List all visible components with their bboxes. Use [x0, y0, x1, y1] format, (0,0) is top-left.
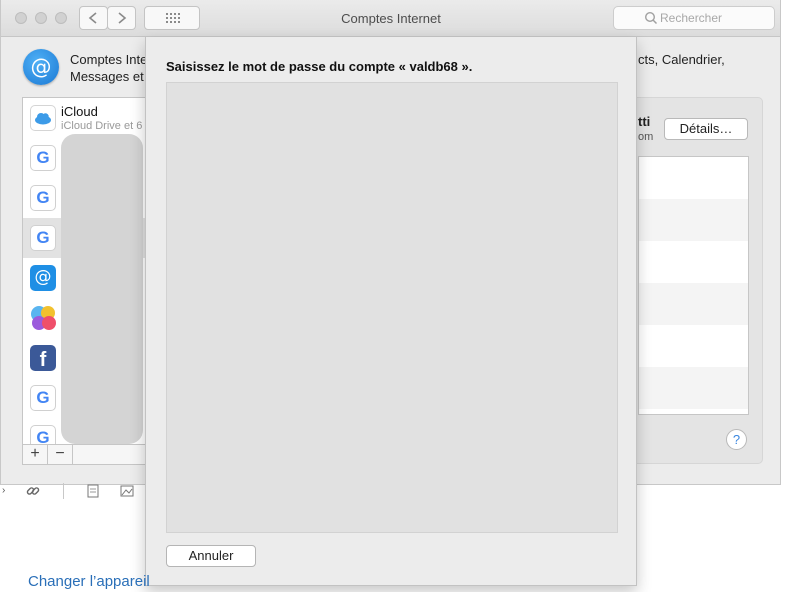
help-button[interactable]: ?: [726, 429, 747, 450]
password-sheet: Saisissez le mot de passe du compte « va…: [145, 37, 637, 586]
svg-text:@: @: [31, 55, 52, 79]
title-bar: Comptes Internet Rechercher: [1, 0, 780, 37]
window-title: Comptes Internet: [341, 11, 441, 26]
search-placeholder: Rechercher: [660, 11, 723, 25]
link-icon[interactable]: [26, 484, 40, 503]
minimize-window-button[interactable]: [35, 12, 47, 24]
google-icon: G: [30, 225, 56, 251]
icloud-account-name: iCloud: [61, 104, 98, 119]
search-icon: [644, 11, 658, 25]
service-row[interactable]: [639, 157, 748, 199]
header-description: Comptes Inte Messages et: [70, 51, 145, 85]
toolbar-divider: [63, 483, 64, 499]
facebook-icon: f: [30, 345, 56, 371]
header-line-2: Messages et: [70, 69, 144, 84]
account-email-fragment: om: [638, 131, 654, 143]
game-center-icon: [28, 303, 58, 333]
change-device-link[interactable]: Changer l’appareil: [28, 573, 150, 590]
close-window-button[interactable]: [15, 12, 27, 24]
services-list[interactable]: [638, 156, 749, 415]
add-account-button[interactable]: +: [23, 445, 48, 464]
document-icon[interactable]: [86, 484, 100, 503]
icloud-icon: [30, 105, 56, 131]
sheet-title: Saisissez le mot de passe du compte « va…: [166, 59, 473, 74]
mail-at-icon: @: [30, 265, 56, 291]
header-description-continued: cts, Calendrier,: [638, 52, 725, 67]
service-row[interactable]: [639, 241, 748, 283]
remove-account-button[interactable]: −: [48, 445, 73, 464]
account-row-icloud[interactable]: iCloud iCloud Drive et 6: [23, 98, 145, 138]
service-row[interactable]: [639, 325, 748, 367]
chevron-right-icon: [118, 12, 127, 24]
redacted-account-details: [61, 134, 143, 444]
sheet-content-area[interactable]: [166, 82, 618, 533]
zoom-window-button[interactable]: [55, 12, 67, 24]
service-row[interactable]: [639, 199, 748, 241]
service-row[interactable]: [639, 283, 748, 325]
chevron-right-icon: ›: [2, 485, 6, 496]
header-line-1: Comptes Inte: [70, 52, 145, 67]
search-field[interactable]: Rechercher: [613, 6, 775, 30]
back-button[interactable]: [79, 6, 108, 30]
forward-button[interactable]: [107, 6, 136, 30]
details-button[interactable]: Détails…: [664, 118, 748, 140]
icloud-account-subtitle: iCloud Drive et 6: [61, 120, 143, 132]
service-row[interactable]: [639, 367, 748, 409]
image-icon[interactable]: [120, 484, 134, 503]
google-icon: G: [30, 385, 56, 411]
internet-accounts-icon: @: [23, 49, 59, 85]
show-all-button[interactable]: [144, 6, 200, 30]
cancel-button[interactable]: Annuler: [166, 545, 256, 567]
account-list-toolbar: + −: [22, 444, 146, 465]
account-name-fragment: tti: [638, 114, 651, 129]
google-icon: G: [30, 185, 56, 211]
grid-icon: [166, 13, 180, 23]
google-icon: G: [30, 145, 56, 171]
chevron-left-icon: [88, 12, 97, 24]
